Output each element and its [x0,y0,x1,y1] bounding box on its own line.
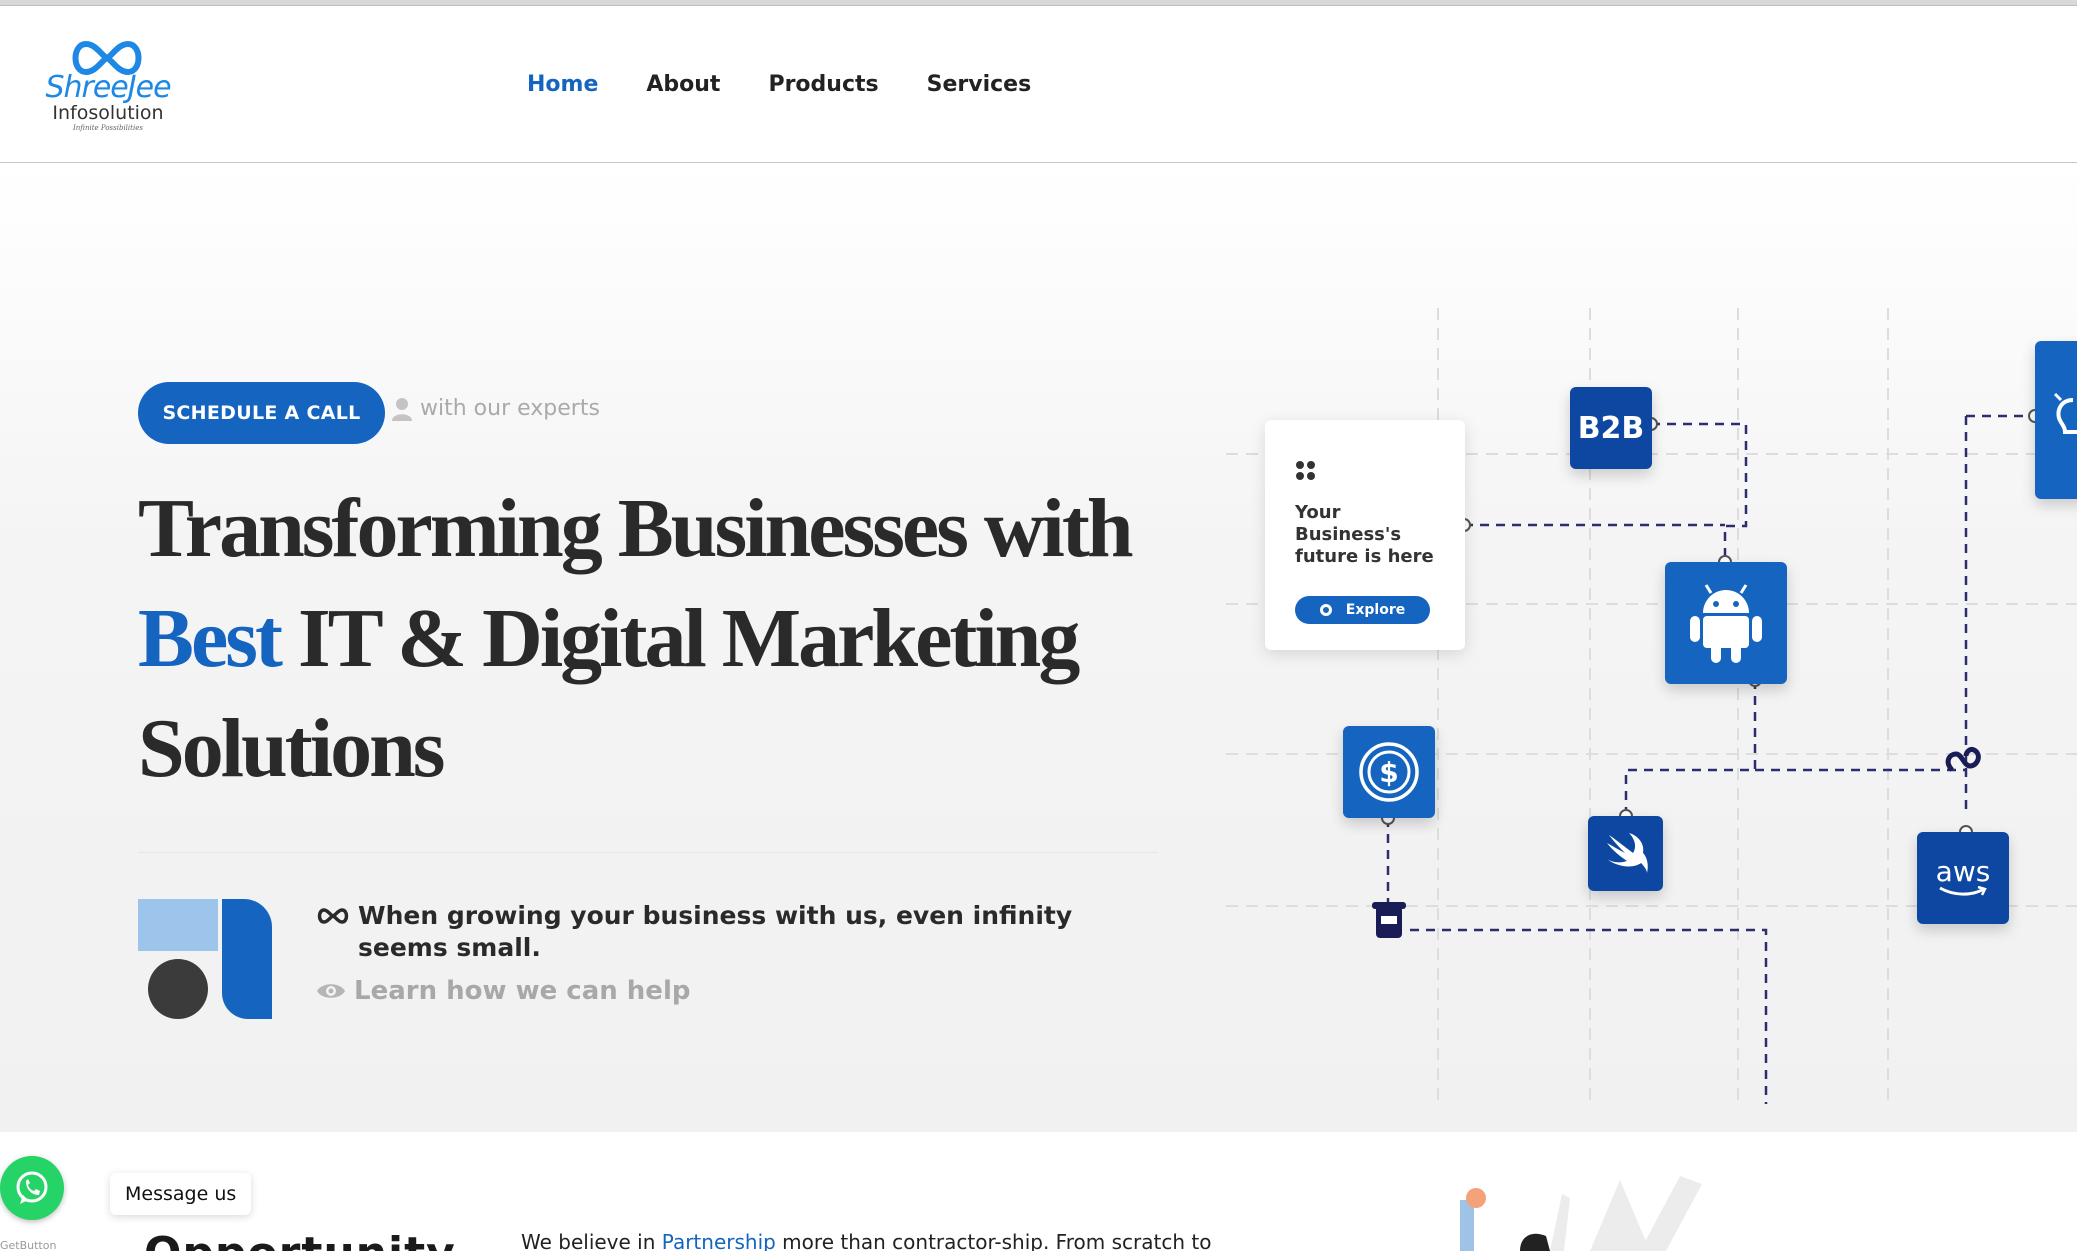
card-text: Your Business's future is here [1295,502,1434,567]
hero-divider [138,852,1158,853]
b2b-tile: B2B [1570,387,1652,469]
headline-line-2: IT & Digital Marketing [279,592,1080,685]
brand-subname: Infosolution [52,102,164,124]
partnership-link[interactable]: Partnership [662,1230,776,1251]
schedule-call-button[interactable]: SCHEDULE A CALL [138,382,385,444]
opportunity-title: Opportunity [144,1228,456,1251]
swift-tile [1588,816,1663,891]
android-icon [1690,584,1762,663]
intro-prefix: We believe in [521,1230,662,1251]
nav-item-home[interactable]: Home [527,72,598,97]
headline-highlight: Best [138,592,283,685]
infinity-claim-text: When growing your business with us, even… [358,901,1073,962]
user-icon [392,397,412,421]
swift-icon [1606,832,1648,873]
dollar-tile: $ [1343,726,1435,818]
experts-note-text: with our experts [420,396,600,421]
nav-item-products[interactable]: Products [768,72,878,97]
whatsapp-icon [16,1171,48,1204]
nav-item-services[interactable]: Services [927,72,1032,97]
infinity-icon [317,908,349,924]
explore-button[interactable]: Explore [1295,596,1430,624]
learn-how-link[interactable]: Learn how we can help [316,976,690,1006]
headline-line-1: Transforming Businesses with [138,482,1134,575]
android-tile [1665,562,1787,684]
experts-note: with our experts [392,396,600,421]
brand-tagline: Infinite Possibilities [73,124,143,132]
lightbulb-tile [2035,341,2077,499]
main-nav: Home About Products Services [527,72,1079,97]
partnership-intro: We believe in Partnership more than cont… [521,1230,1211,1251]
lightbulb-icon [2053,392,2077,434]
b2b-icon: B2B [1577,410,1645,446]
intro-suffix: more than contractor-ship. From scratch … [775,1230,1212,1251]
svg-text:$: $ [1379,756,1398,789]
hero-headline: Transforming Businesses with Best IT & D… [138,474,1138,804]
illustration-partial [1460,1176,1702,1251]
nav-item-about[interactable]: About [646,72,720,97]
aws-tile: aws [1917,832,2009,924]
dollar-coin-icon: $ [1359,742,1419,802]
cup-icon [1372,902,1406,938]
explore-button-label: Explore [1345,602,1406,618]
aws-label: aws [1935,855,1991,888]
grid-dots-icon [1296,461,1315,480]
brand-logo[interactable]: ShreeJee Infosolution Infinite Possibili… [28,36,188,136]
site-header: ShreeJee Infosolution Infinite Possibili… [0,6,2077,163]
brand-name: ShreeJee [45,70,171,105]
headline-line-3: Solutions [138,702,445,795]
learn-how-text: Learn how we can help [354,976,691,1006]
brand-mark-icon [138,899,272,1019]
explore-card: Your Business's future is here Explore [1265,420,1465,650]
eye-icon [317,984,345,998]
aws-icon [1939,886,1987,896]
infinity-claim: When growing your business with us, even… [316,900,1136,964]
whatsapp-button[interactable] [0,1156,64,1220]
whatsapp-message-bubble[interactable]: Message us [110,1173,252,1215]
explore-dot-icon [1319,604,1332,616]
getbutton-credit[interactable]: GetButton [0,1239,56,1251]
hero-section: SCHEDULE A CALL with our experts Transfo… [0,164,2077,1132]
